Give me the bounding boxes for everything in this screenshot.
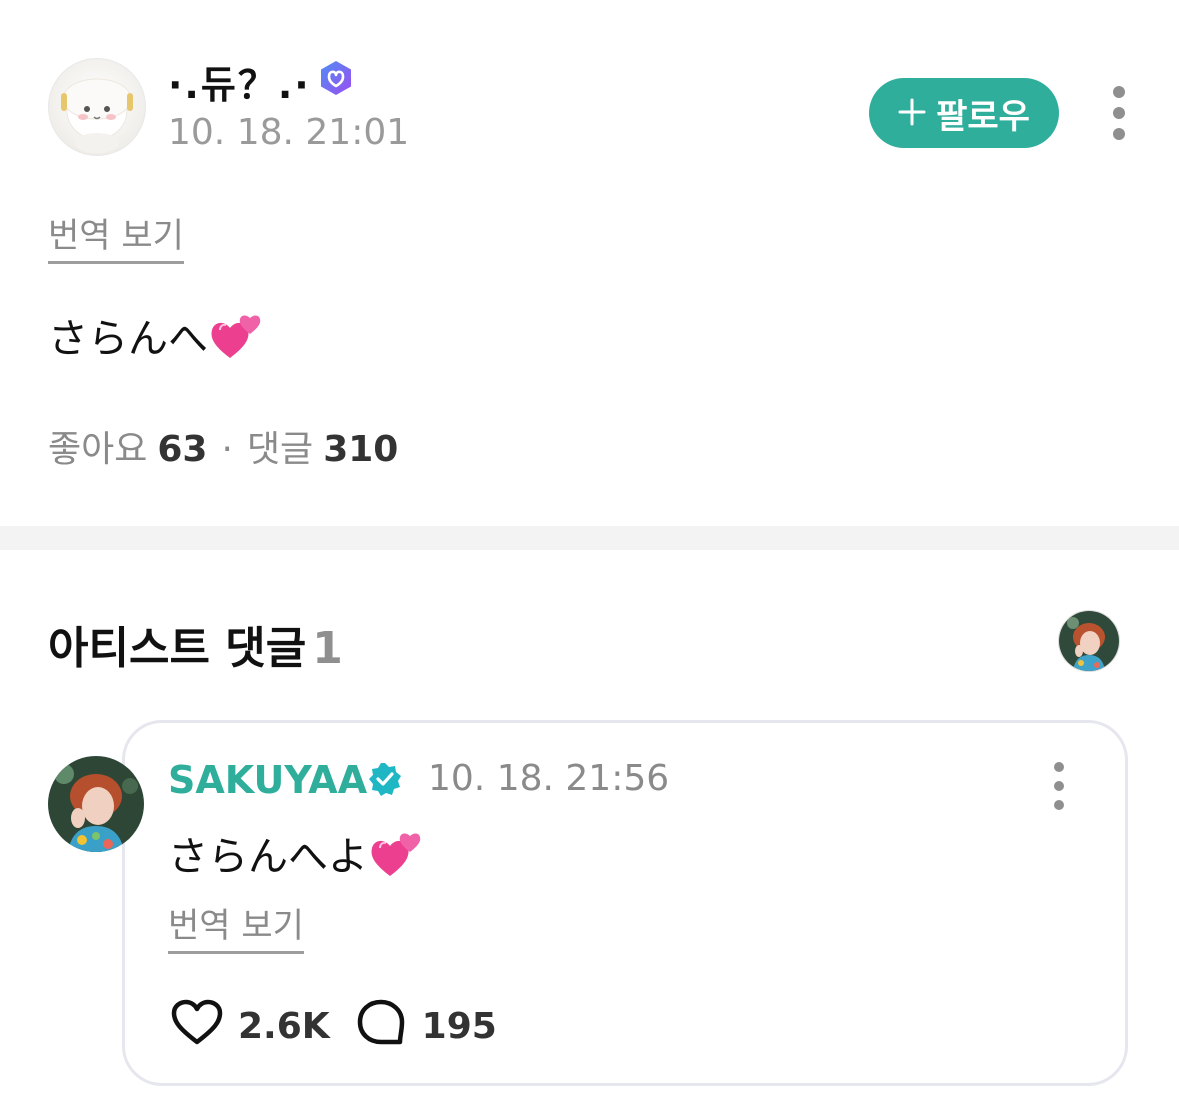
artist-photo-image	[1059, 611, 1119, 671]
post-author-avatar[interactable]	[48, 58, 146, 156]
verified-badge-icon	[368, 762, 402, 796]
two-hearts-emoji-icon	[208, 310, 264, 372]
post-more-options-icon[interactable]	[1112, 86, 1126, 140]
stats-separator: ·	[221, 429, 233, 470]
comment-like-count: 2.6K	[238, 1006, 330, 1047]
comment-body-text: さらんへよ	[168, 824, 424, 890]
post-stats: 좋아요 63 · 댓글 310	[48, 420, 398, 472]
comment-reply-count: 195	[421, 1006, 497, 1047]
reply-bubble-icon[interactable]	[356, 998, 406, 1055]
follow-button-label: 팔로우	[936, 96, 1030, 137]
heart-icon[interactable]	[170, 998, 224, 1055]
two-hearts-emoji-icon	[368, 828, 424, 890]
artist-photo-image	[48, 756, 144, 852]
plush-avatar-image	[61, 78, 133, 153]
likes-label[interactable]: 좋아요	[48, 429, 147, 470]
post-translate-link[interactable]: 번역 보기	[48, 208, 184, 264]
comment-author-avatar[interactable]	[48, 756, 144, 852]
comment-more-options-icon[interactable]	[1052, 762, 1066, 810]
verified-badge-icon	[318, 60, 354, 96]
post-author-name[interactable]: ·.듀？.·	[168, 54, 311, 109]
post-body-text: さらんへ	[48, 306, 264, 372]
likes-count: 63	[157, 429, 208, 470]
comment-author-name[interactable]: SAKUYAA	[168, 758, 367, 802]
artist-comments-title: 아티스트 댓글	[48, 623, 307, 674]
comment-timestamp: 10. 18. 21:56	[428, 758, 670, 799]
comment-translate-link[interactable]: 번역 보기	[168, 898, 304, 954]
post-timestamp: 10. 18. 21:01	[168, 112, 410, 153]
section-divider	[0, 526, 1179, 550]
plus-icon	[898, 93, 926, 133]
comments-label[interactable]: 댓글	[247, 429, 313, 470]
comment-body-text-content: さらんへよ	[168, 834, 368, 880]
artist-comments-count: 1	[312, 623, 343, 674]
post-body-text-content: さらんへ	[48, 316, 208, 362]
artist-small-avatar[interactable]	[1058, 610, 1120, 672]
comments-count: 310	[323, 429, 399, 470]
artist-comments-heading: 아티스트 댓글 1	[48, 612, 343, 676]
comment-actions: 2.6K 195	[170, 998, 497, 1055]
follow-button[interactable]: 팔로우	[869, 78, 1059, 148]
